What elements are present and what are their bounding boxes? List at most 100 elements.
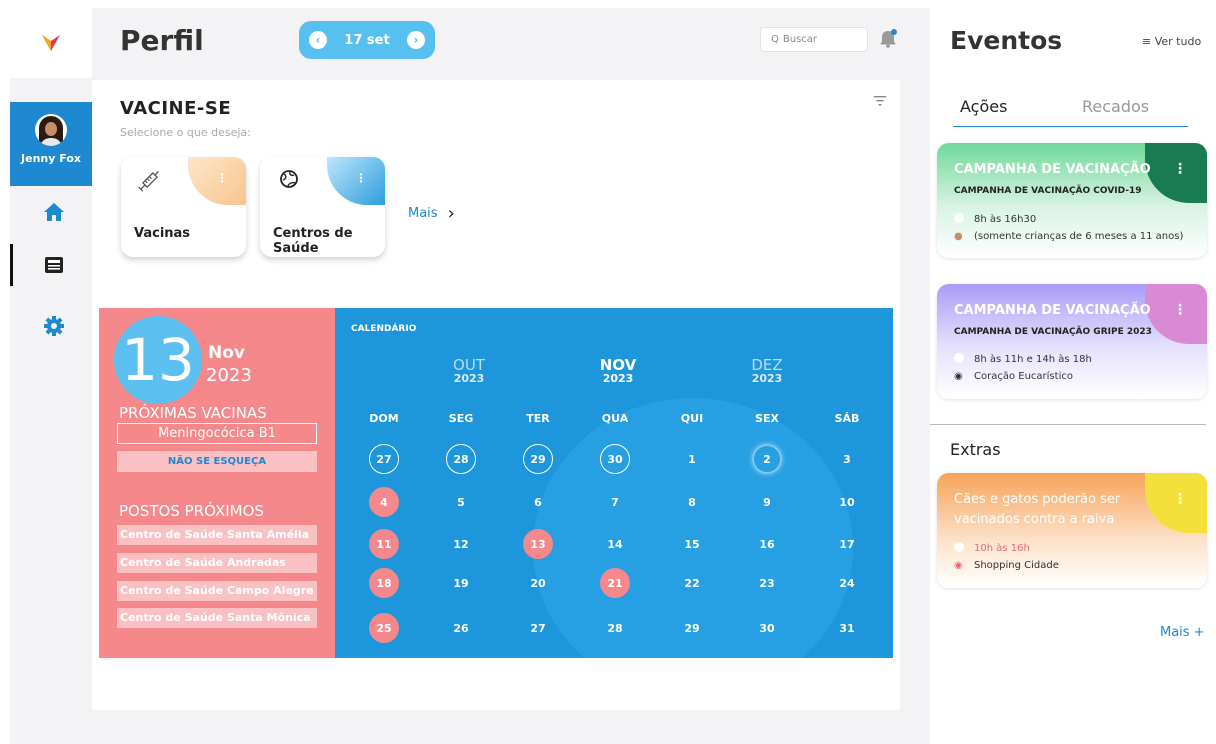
location-pin-icon: ◉ [954, 560, 963, 571]
event-detail: Shopping Cidade [974, 560, 1059, 571]
calendar-day[interactable]: 30 [752, 613, 782, 643]
notification-bell-icon[interactable] [878, 28, 898, 48]
reminder-badge: NÃO SE ESQUEÇA [117, 451, 317, 472]
more-options-link[interactable]: Mais › [408, 203, 455, 224]
calendar-day[interactable]: 17 [832, 529, 862, 559]
event-subtitle: CAMPANHA DE VACINAÇÃO COVID-19 [954, 186, 1142, 196]
calendar-label: CALENDÁRIO [351, 324, 417, 334]
calendar-day[interactable]: 29 [523, 444, 553, 474]
month-next[interactable]: DEZ 2023 [727, 357, 807, 385]
tab-acoes[interactable]: Ações [960, 97, 1007, 116]
calendar-day[interactable]: 9 [752, 487, 782, 517]
nearby-post-item[interactable]: Centro de Saúde Campo Alegre [117, 581, 317, 601]
clock-icon [954, 542, 964, 552]
calendar-day[interactable]: 14 [600, 529, 630, 559]
calendar-day[interactable]: 21 [600, 568, 630, 598]
logo-icon [42, 35, 60, 51]
event-subtitle: CAMPANHA DE VACINAÇÃO GRIPE 2023 [954, 327, 1152, 337]
event-title: CAMPANHA DE VACINAÇÃO [954, 162, 1151, 177]
more-events-link[interactable]: Mais + [1160, 625, 1205, 640]
weekday-header: SEG [448, 412, 474, 425]
see-all-link[interactable]: ≡ Ver tudo [1142, 35, 1201, 48]
calendar-day[interactable]: 23 [752, 568, 782, 598]
more-label: Mais [408, 206, 438, 221]
syringe-icon [138, 171, 159, 192]
weekday-header: QUA [601, 412, 629, 425]
option-label: Centros de Saúde [273, 226, 353, 256]
calendar-day[interactable]: 18 [369, 568, 399, 598]
nearby-post-item[interactable]: Centro de Saúde Andradas [117, 553, 317, 573]
child-icon: ● [954, 231, 963, 242]
event-detail: (somente crianças de 6 meses a 11 anos) [974, 231, 1184, 242]
calendar-day[interactable]: 24 [832, 568, 862, 598]
clock-icon [954, 213, 964, 223]
next-vaccine-item[interactable]: Meningocócica B1 [117, 423, 317, 444]
clock-icon [954, 353, 964, 363]
event-title-line1: Cães e gatos poderão ser [954, 492, 1121, 507]
sidebar: Jenny Fox [10, 8, 92, 744]
more-options-icon[interactable]: ⋮ [216, 171, 228, 185]
weekday-header: TER [526, 412, 550, 425]
page-title: Perfil [120, 24, 204, 57]
calendar-day[interactable]: 4 [369, 487, 399, 517]
next-date-button[interactable]: › [406, 31, 425, 49]
nearby-post-item[interactable]: Centro de Saúde Santa Amélia [117, 525, 317, 545]
search-icon: Q [771, 34, 779, 45]
event-detail: Coração Eucarístico [974, 371, 1073, 382]
event-card-covid[interactable]: ⋮ CAMPANHA DE VACINAÇÃO CAMPANHA DE VACI… [937, 143, 1207, 258]
next-vaccines-heading: PRÓXIMAS VACINAS [119, 404, 267, 422]
event-time: 10h às 16h [974, 543, 1030, 554]
nearby-post-item[interactable]: Centro de Saúde Santa Mônica [117, 608, 317, 628]
calendar-day[interactable]: 28 [446, 444, 476, 474]
calendar-day[interactable]: 5 [446, 487, 476, 517]
calendar-day[interactable]: 13 [523, 529, 553, 559]
tab-underline [953, 126, 1188, 127]
calendar-day[interactable]: 15 [677, 529, 707, 559]
calendar-day[interactable]: 7 [600, 487, 630, 517]
calendar-day[interactable]: 16 [752, 529, 782, 559]
calendar-day[interactable]: 27 [523, 613, 553, 643]
calendar-day[interactable]: 10 [832, 487, 862, 517]
option-label: Vacinas [134, 226, 191, 241]
calendar-day[interactable]: 31 [832, 613, 862, 643]
filter-icon[interactable] [874, 96, 886, 106]
calendar-day[interactable]: 22 [677, 568, 707, 598]
more-options-icon[interactable]: ⋮ [1173, 161, 1187, 177]
month-previous[interactable]: OUT 2023 [429, 357, 509, 385]
month-current[interactable]: NOV 2023 [578, 357, 658, 385]
search-input[interactable]: Q Buscar [760, 27, 868, 52]
more-options-icon[interactable]: ⋮ [1173, 491, 1187, 507]
calendar-day[interactable]: 6 [523, 487, 553, 517]
calendar-day[interactable]: 25 [369, 613, 399, 643]
more-options-icon[interactable]: ⋮ [355, 171, 367, 185]
calendar-day[interactable]: 2 [752, 444, 782, 474]
calendar-day[interactable]: 26 [446, 613, 476, 643]
vaccinate-subtitle: Selecione o que deseja: [120, 126, 251, 139]
tab-recados[interactable]: Recados [1082, 97, 1149, 116]
profile-card[interactable]: Jenny Fox [10, 102, 92, 186]
calendar-day[interactable]: 29 [677, 613, 707, 643]
calendar-day[interactable]: 30 [600, 444, 630, 474]
event-time: 8h às 16h30 [974, 214, 1037, 225]
calendar-day[interactable]: 1 [677, 444, 707, 474]
calendar-day[interactable]: 3 [832, 444, 862, 474]
calendar-day[interactable]: 19 [446, 568, 476, 598]
option-vacinas[interactable]: ⋮ Vacinas [121, 157, 246, 257]
calendar-day[interactable]: 20 [523, 568, 553, 598]
calendar-day[interactable]: 28 [600, 613, 630, 643]
chevron-right-icon: › [447, 203, 455, 224]
calendar-day[interactable]: 8 [677, 487, 707, 517]
weekday-header: SÁB [834, 412, 860, 425]
calendar-day[interactable]: 11 [369, 529, 399, 559]
calendar-day[interactable]: 12 [446, 529, 476, 559]
previous-date-button[interactable]: ‹ [309, 31, 327, 49]
event-card-rabies[interactable]: ⋮ Cães e gatos poderão ser vacinados con… [937, 473, 1207, 588]
calendar-day[interactable]: 27 [369, 444, 399, 474]
option-centros-de-saude[interactable]: ⋮ Centros de Saúde [260, 157, 385, 257]
gear-icon[interactable] [43, 315, 65, 337]
newspaper-icon[interactable] [43, 254, 65, 276]
app-logo[interactable] [10, 8, 92, 78]
home-icon[interactable] [43, 201, 65, 223]
more-options-icon[interactable]: ⋮ [1173, 302, 1187, 318]
event-card-flu[interactable]: ⋮ CAMPANHA DE VACINAÇÃO CAMPANHA DE VACI… [937, 284, 1207, 399]
